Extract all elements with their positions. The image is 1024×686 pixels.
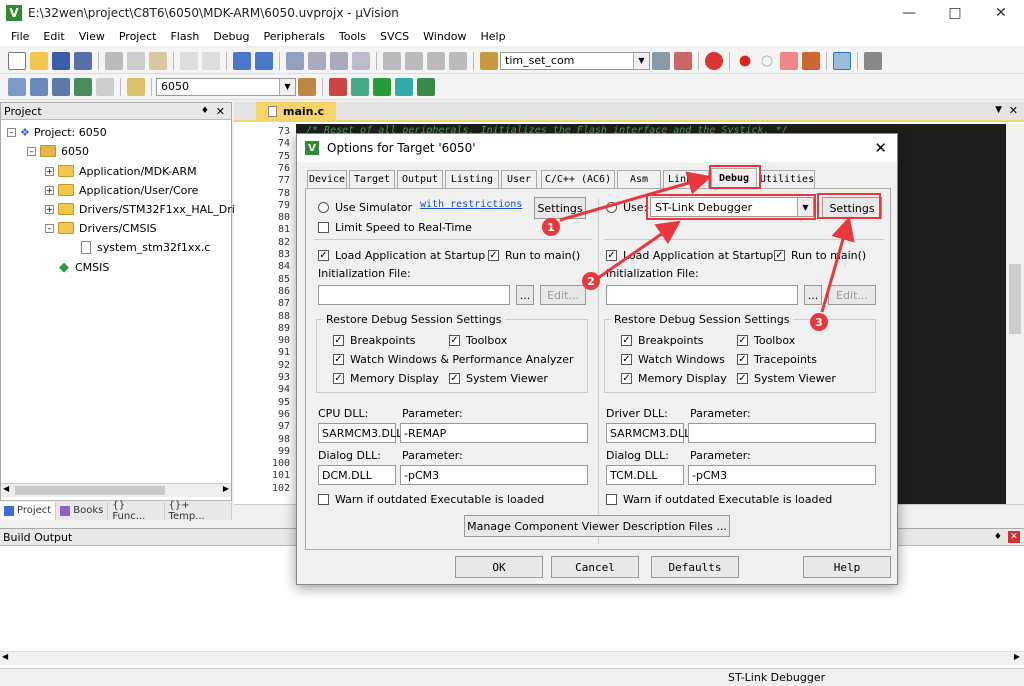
arrow-3	[820, 216, 855, 313]
arrow-2	[597, 220, 681, 280]
annotation-badge-3: 3	[810, 313, 828, 331]
annotation-arrows	[559, 171, 855, 313]
annotation-badge-1: 1	[542, 218, 560, 236]
annotation-badge-2: 2	[582, 272, 600, 290]
arrow-1	[559, 171, 712, 222]
